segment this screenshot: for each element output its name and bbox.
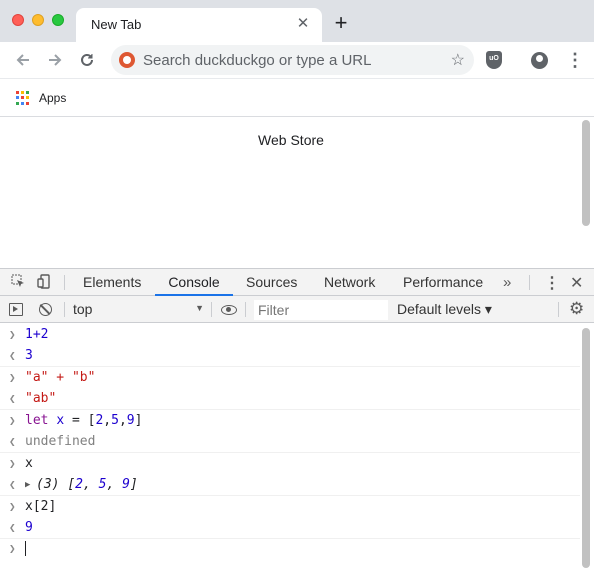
output-prompt-icon: ❮ [9,521,16,534]
web-store-link[interactable]: Web Store [0,132,582,148]
console-input-text: x[2] [25,499,57,514]
close-window-button[interactable] [12,14,24,26]
forward-arrow-icon [49,54,62,66]
tab-separator [529,275,530,290]
console-sidebar-icon[interactable] [9,303,23,316]
console-output-line: ❮ "ab" [0,388,580,410]
browser-menu-icon[interactable]: ⋮ [566,50,584,70]
duckduckgo-icon [119,52,135,68]
new-tab-button[interactable]: + [330,12,352,34]
bookmarks-bar: Apps [0,78,594,117]
address-bar[interactable]: Search duckduckgo or type a URL ☆ [111,45,474,75]
input-prompt-icon: ❯ [9,500,16,513]
back-button[interactable] [10,47,36,73]
live-expression-eye-icon[interactable] [221,305,237,315]
devtools-menu-icon[interactable]: ⋮ [544,273,560,293]
devtools-tab-bar: Elements Console Sources Network Perform… [0,269,594,296]
console-input-text: x [25,456,33,471]
profile-avatar-icon[interactable] [531,52,548,69]
console-cursor[interactable] [25,538,26,560]
log-levels-dropdown[interactable]: Default levels ▾ [397,301,492,318]
tab-strip: New Tab ✕ + [0,0,594,42]
input-prompt-icon: ❯ [9,328,16,341]
toolbar-separator [211,302,212,317]
console-input-line: ❯ x [0,453,580,475]
page-scrollbar[interactable] [582,120,590,226]
browser-toolbar: Search duckduckgo or type a URL ☆ uO ⋮ [0,42,594,78]
expand-triangle-icon[interactable]: ▶ [25,474,30,496]
forward-button[interactable] [42,47,68,73]
apps-grid-icon[interactable] [16,91,30,105]
output-prompt-icon: ❮ [9,349,16,362]
device-toolbar-icon[interactable] [36,274,52,290]
console-input-text: "a" + "b" [25,370,96,385]
tab-network[interactable]: Network [324,269,375,296]
console-input-text: let x = [2,5,9] [25,413,143,428]
console-output-text: 3 [25,348,33,363]
input-prompt-icon: ❯ [9,457,16,470]
toolbar-separator [64,302,65,317]
toolbar-separator [245,302,246,317]
page-content: Web Store [0,117,594,268]
console-toolbar: top ▼ Default levels ▾ ⚙ [0,296,594,323]
console-input-line: ❯ "a" + "b" [0,367,580,389]
console-output-text: "ab" [25,391,57,406]
input-prompt-icon: ❯ [9,414,16,427]
address-bar-placeholder: Search duckduckgo or type a URL [143,52,372,69]
console-settings-gear-icon[interactable]: ⚙ [569,300,584,318]
console-input-text: 1+2 [25,327,49,342]
inspect-element-icon[interactable] [10,274,26,290]
console-output-text: (3) [2, 5, 9] [36,477,138,492]
output-prompt-icon: ❮ [9,478,16,491]
console-output[interactable]: ❯ 1+2 ❮ 3 ❯ "a" + "b" ❮ "ab" ❯ let x = [… [0,324,594,572]
console-prompt[interactable]: ❯ [0,538,580,560]
bookmark-apps[interactable]: Apps [39,91,66,105]
console-output-line[interactable]: ❮ ▶ (3) [2, 5, 9] [0,474,580,496]
output-prompt-icon: ❮ [9,392,16,405]
output-prompt-icon: ❮ [9,435,16,448]
tab-title: New Tab [91,17,142,32]
active-prompt-icon: ❯ [9,542,16,555]
zoom-window-button[interactable] [52,14,64,26]
ublock-extension-icon[interactable]: uO [486,51,502,69]
console-output-line: ❮ undefined [0,431,580,453]
console-scrollbar[interactable] [582,328,590,568]
console-input-line: ❯ let x = [2,5,9] [0,410,580,432]
toolbar-separator [558,302,559,317]
reload-icon [81,53,93,66]
console-input-line: ❯ 1+2 [0,324,580,346]
minimize-window-button[interactable] [32,14,44,26]
tab-sources[interactable]: Sources [246,269,297,296]
console-input-line: ❯ x[2] [0,496,580,518]
console-filter-input[interactable] [254,300,388,320]
tab-elements[interactable]: Elements [83,269,141,296]
tab-performance[interactable]: Performance [403,269,483,296]
browser-tab[interactable]: New Tab ✕ [76,8,322,42]
context-value: top [73,301,93,317]
console-output-text: undefined [25,434,96,449]
tab-console[interactable]: Console [155,269,233,296]
more-tabs-icon[interactable]: » [503,274,511,291]
devtools-panel: Elements Console Sources Network Perform… [0,268,594,572]
console-output-text: 9 [25,520,33,535]
tab-close-icon[interactable]: ✕ [294,15,312,33]
tab-separator [64,275,65,290]
reload-button[interactable] [74,47,100,73]
context-selector[interactable]: top ▼ [73,301,204,319]
clear-console-icon[interactable] [39,303,52,316]
dropdown-arrow-icon: ▼ [195,303,204,313]
back-arrow-icon [16,54,29,66]
input-prompt-icon: ❯ [9,371,16,384]
console-output-line: ❮ 9 [0,517,580,539]
close-devtools-icon[interactable]: ✕ [570,273,583,293]
console-output-line: ❮ 3 [0,345,580,367]
bookmark-star-icon[interactable]: ☆ [451,50,465,70]
